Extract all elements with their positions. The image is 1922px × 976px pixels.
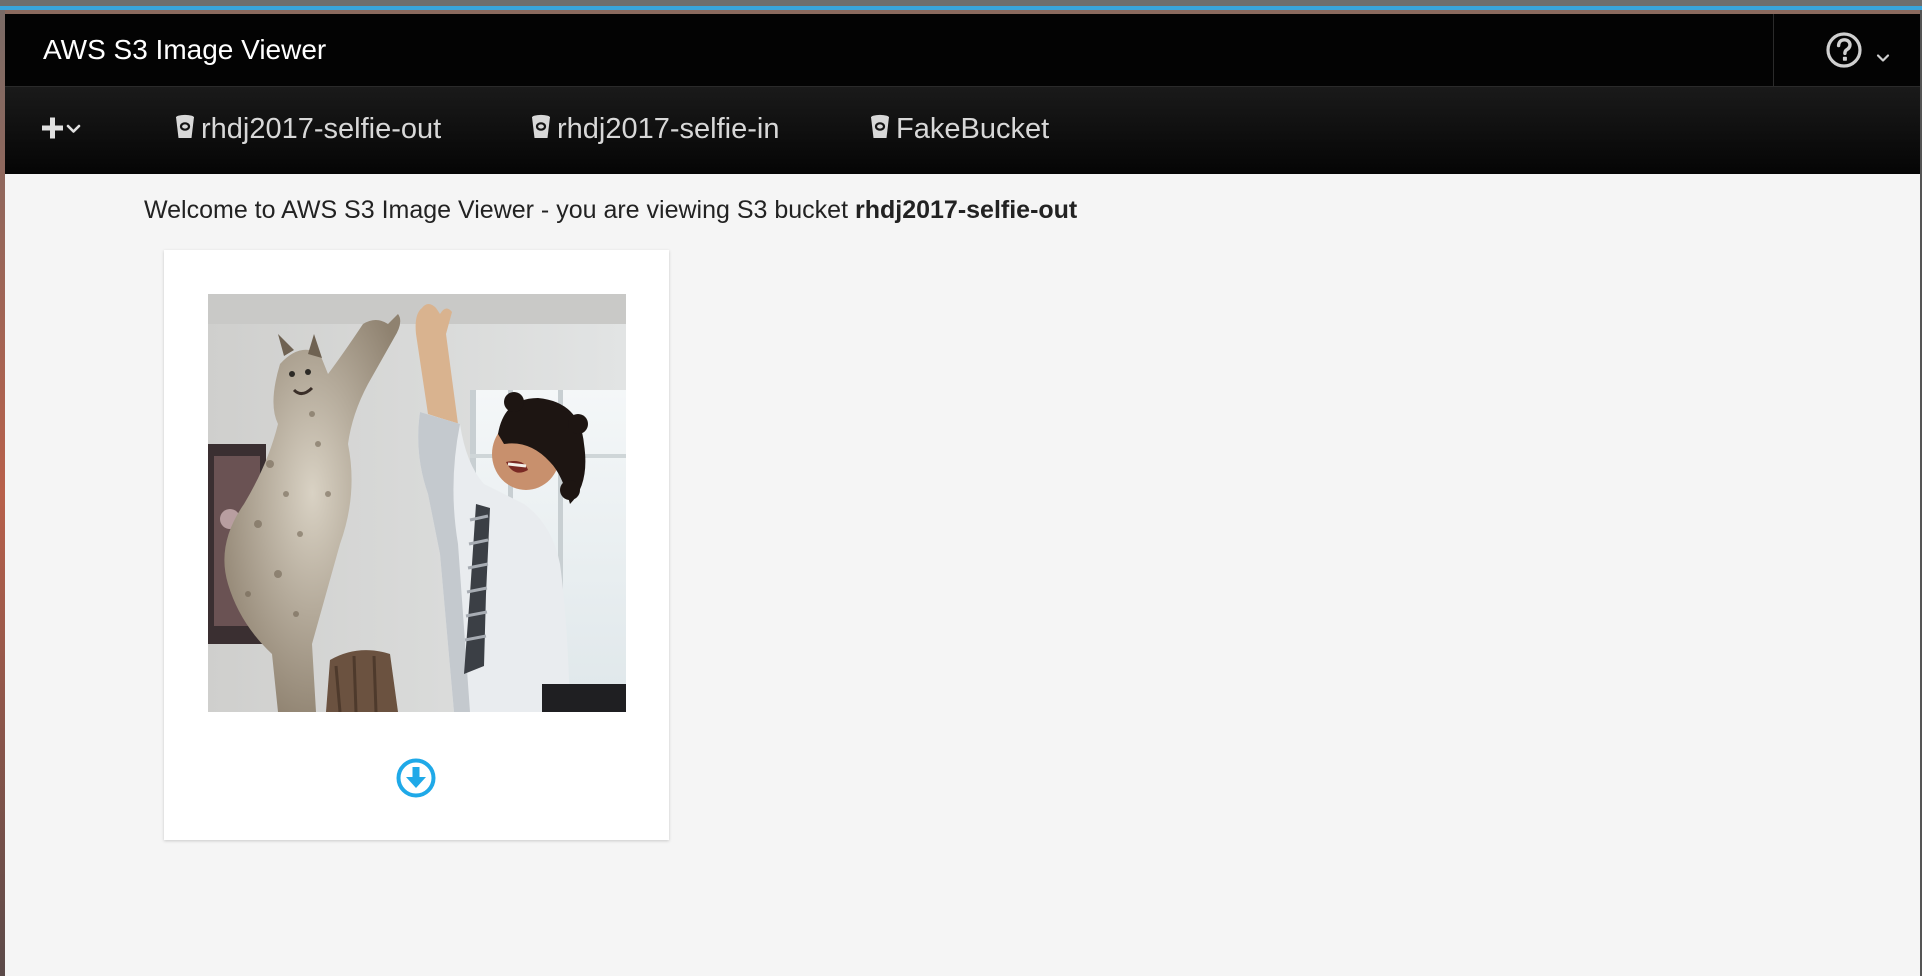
window-accent-line: [0, 6, 1922, 10]
current-bucket-name: rhdj2017-selfie-out: [854, 196, 1078, 224]
chevron-down-icon: [1876, 54, 1890, 62]
welcome-message: Welcome to AWS S3 Image Viewer - you are…: [144, 193, 1077, 227]
bucket-navbar: rhdj2017-selfie-out rhdj2017-selfie-in F…: [5, 87, 1920, 174]
bucket-icon: [176, 114, 194, 138]
nav-bucket-rhdj2017-selfie-in[interactable]: rhdj2017-selfie-in: [530, 109, 779, 149]
help-menu[interactable]: [1773, 14, 1920, 86]
bucket-icon: [871, 114, 889, 138]
app-window: AWS S3 Image Viewer rhdj2017-selfie-out …: [5, 14, 1920, 976]
welcome-prefix: Welcome to AWS S3 Image Viewer - you are…: [144, 196, 849, 224]
nav-bucket-rhdj2017-selfie-out[interactable]: rhdj2017-selfie-out: [174, 109, 441, 149]
plus-icon: [42, 117, 81, 139]
image-thumbnail[interactable]: [208, 294, 626, 712]
nav-bucket-label: FakeBucket: [896, 113, 1050, 145]
add-bucket-dropdown[interactable]: [42, 112, 96, 148]
nav-bucket-fakebucket[interactable]: FakeBucket: [869, 109, 1049, 149]
arrow-circle-down-icon[interactable]: [395, 757, 437, 799]
app-header: AWS S3 Image Viewer: [5, 14, 1920, 87]
nav-bucket-label: rhdj2017-selfie-out: [201, 113, 442, 145]
app-title: AWS S3 Image Viewer: [43, 34, 327, 65]
image-card: [164, 250, 669, 840]
bucket-icon: [532, 114, 550, 138]
question-circle-icon[interactable]: [1824, 30, 1864, 70]
window-top-strip: [0, 0, 1922, 10]
nav-bucket-label: rhdj2017-selfie-in: [557, 113, 780, 145]
